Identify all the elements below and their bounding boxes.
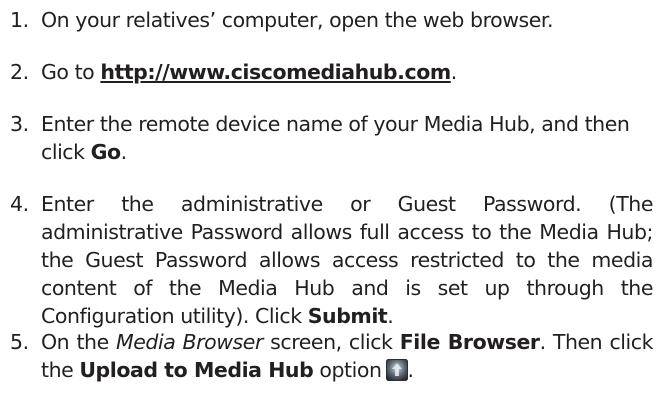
- step-text-prefix: Enter the remote device name of your Med…: [41, 112, 630, 164]
- media-browser-label: Media Browser: [116, 330, 263, 354]
- step-text-part: option: [313, 358, 382, 382]
- step-number: 3.: [10, 112, 29, 136]
- step-text-suffix: .: [450, 60, 458, 84]
- step-number: 1.: [10, 8, 29, 32]
- upload-to-media-hub-icon: [385, 359, 408, 381]
- submit-label: Submit: [307, 304, 388, 328]
- step-number: 2.: [10, 60, 29, 84]
- step-text: On your relatives’ computer, open the we…: [41, 8, 554, 32]
- ciscomediahub-link[interactable]: http://www.ciscomediahub.com: [100, 60, 451, 84]
- upload-to-media-hub-label: Upload to Media Hub: [79, 358, 314, 382]
- step-text-prefix: Go to: [41, 60, 101, 84]
- step-number: 4.: [10, 192, 29, 216]
- step-text-suffix: .: [120, 140, 128, 164]
- step-text: Enter the remote device name of your Med…: [41, 110, 653, 166]
- instructions-document: 1. On your relatives’ computer, open the…: [0, 0, 665, 394]
- step-text: Go to http://www.ciscomediahub.com.: [41, 58, 653, 86]
- step-text: On the Media Browser screen, click File …: [41, 328, 653, 384]
- file-browser-label: File Browser: [399, 330, 540, 354]
- step-text-end: .: [407, 358, 415, 382]
- step-text: Enter the administrative or Guest Passwo…: [41, 190, 653, 330]
- step-number: 5.: [10, 330, 29, 354]
- step-text-part: On the: [41, 330, 116, 354]
- step-text-part: screen, click: [262, 330, 400, 354]
- step-text-suffix: .: [387, 304, 394, 328]
- go-label: Go: [90, 140, 121, 164]
